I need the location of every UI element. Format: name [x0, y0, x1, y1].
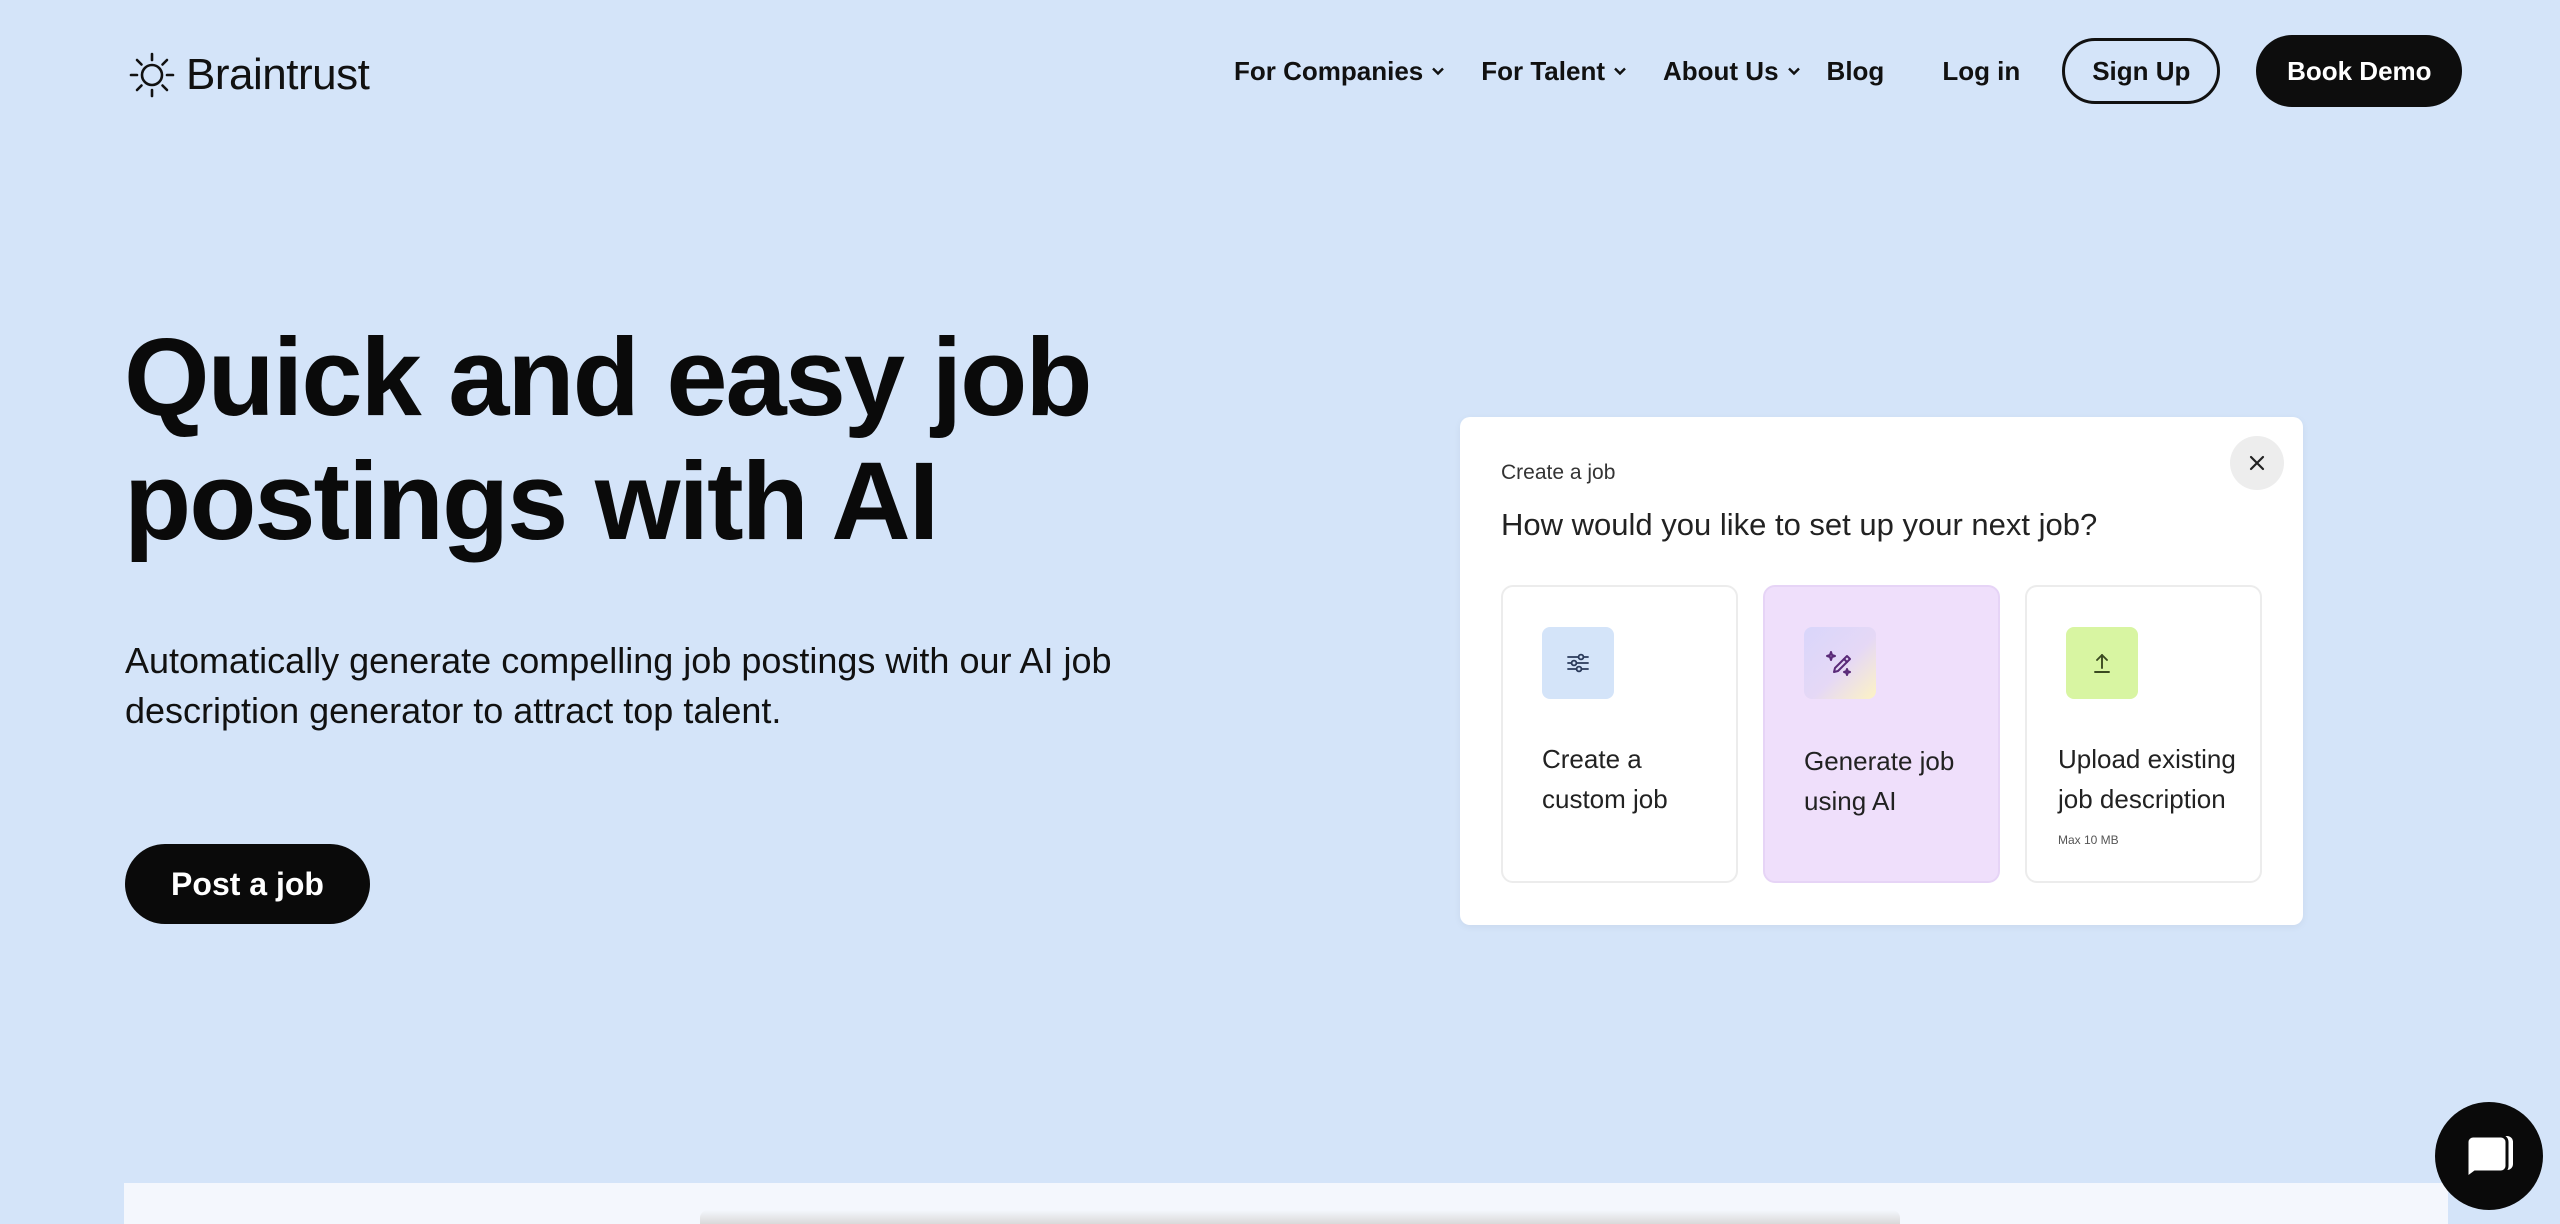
magic-pen-icon: [1804, 627, 1876, 699]
option-label: Upload existing job description: [2058, 739, 2248, 819]
option-label: Create a custom job: [1542, 739, 1732, 819]
chevron-down-icon: [1614, 67, 1626, 76]
sun-logo-icon: [129, 52, 175, 98]
option-label-line: Upload existing: [2058, 744, 2236, 774]
hero-title: Quick and easy job postings with AI: [124, 316, 1224, 564]
hero-subtitle: Automatically generate compelling job po…: [125, 636, 1265, 736]
hero-title-line: Quick and easy job: [124, 316, 1093, 439]
upload-icon: [2066, 627, 2138, 699]
nav-item-label: Blog: [1826, 55, 1885, 86]
chat-bubble-icon: [2465, 1134, 2513, 1181]
sign-up-button[interactable]: Sign Up: [2062, 38, 2221, 104]
book-demo-button[interactable]: Book Demo: [2256, 35, 2463, 107]
option-label-line: job description: [2058, 784, 2226, 814]
hero-title-line: postings with AI: [124, 440, 939, 563]
option-generate-ai[interactable]: Generate job using AI: [1763, 585, 2000, 883]
nav-item-label: For Talent: [1481, 55, 1605, 86]
nav-item-about-us[interactable]: About Us: [1663, 56, 1801, 87]
chat-widget-button[interactable]: [2435, 1102, 2543, 1210]
modal-kicker: Create a job: [1501, 461, 1616, 484]
close-icon: [2249, 455, 2265, 471]
nav-item-label: Log in: [1942, 55, 2021, 86]
chevron-down-icon: [1432, 67, 1445, 76]
create-job-card: Create a job How would you like to set u…: [1460, 417, 2303, 925]
nav-item-label: For Companies: [1234, 55, 1424, 86]
option-custom-job[interactable]: Create a custom job: [1501, 585, 1738, 883]
option-upload-description[interactable]: Upload existing job description Max 10 M…: [2025, 585, 2262, 883]
nav-item-blog[interactable]: Blog: [1827, 56, 1885, 87]
login-link[interactable]: Log in: [1942, 56, 2020, 87]
top-navigation: Braintrust For Companies For Talent Abou…: [0, 0, 2560, 150]
hero-subtitle-line: description generator to attract top tal…: [125, 690, 782, 731]
modal-title: How would you like to set up your next j…: [1501, 507, 2098, 542]
option-label-line: Create a: [1542, 744, 1642, 774]
nav-item-for-companies[interactable]: For Companies: [1234, 56, 1445, 87]
post-a-job-button[interactable]: Post a job: [125, 844, 370, 924]
option-label-line: using AI: [1804, 786, 1897, 816]
file-size-note: Max 10 MB: [2058, 833, 2119, 847]
option-label-line: custom job: [1542, 784, 1668, 814]
hero-subtitle-line: Automatically generate compelling job po…: [125, 640, 1112, 681]
nav-item-label: About Us: [1663, 55, 1779, 86]
close-button[interactable]: [2230, 436, 2284, 490]
brand-name: Braintrust: [186, 50, 370, 99]
nav-item-for-talent[interactable]: For Talent: [1481, 56, 1627, 87]
sliders-icon: [1542, 627, 1614, 699]
next-section-preview: [700, 1210, 1900, 1224]
chevron-down-icon: [1787, 67, 1800, 76]
brand-logo[interactable]: Braintrust: [128, 50, 370, 100]
option-label-line: Generate job: [1804, 746, 1955, 776]
option-label: Generate job using AI: [1804, 741, 1994, 821]
nav-links: For Companies For Talent About Us Blog L…: [1234, 35, 2463, 107]
